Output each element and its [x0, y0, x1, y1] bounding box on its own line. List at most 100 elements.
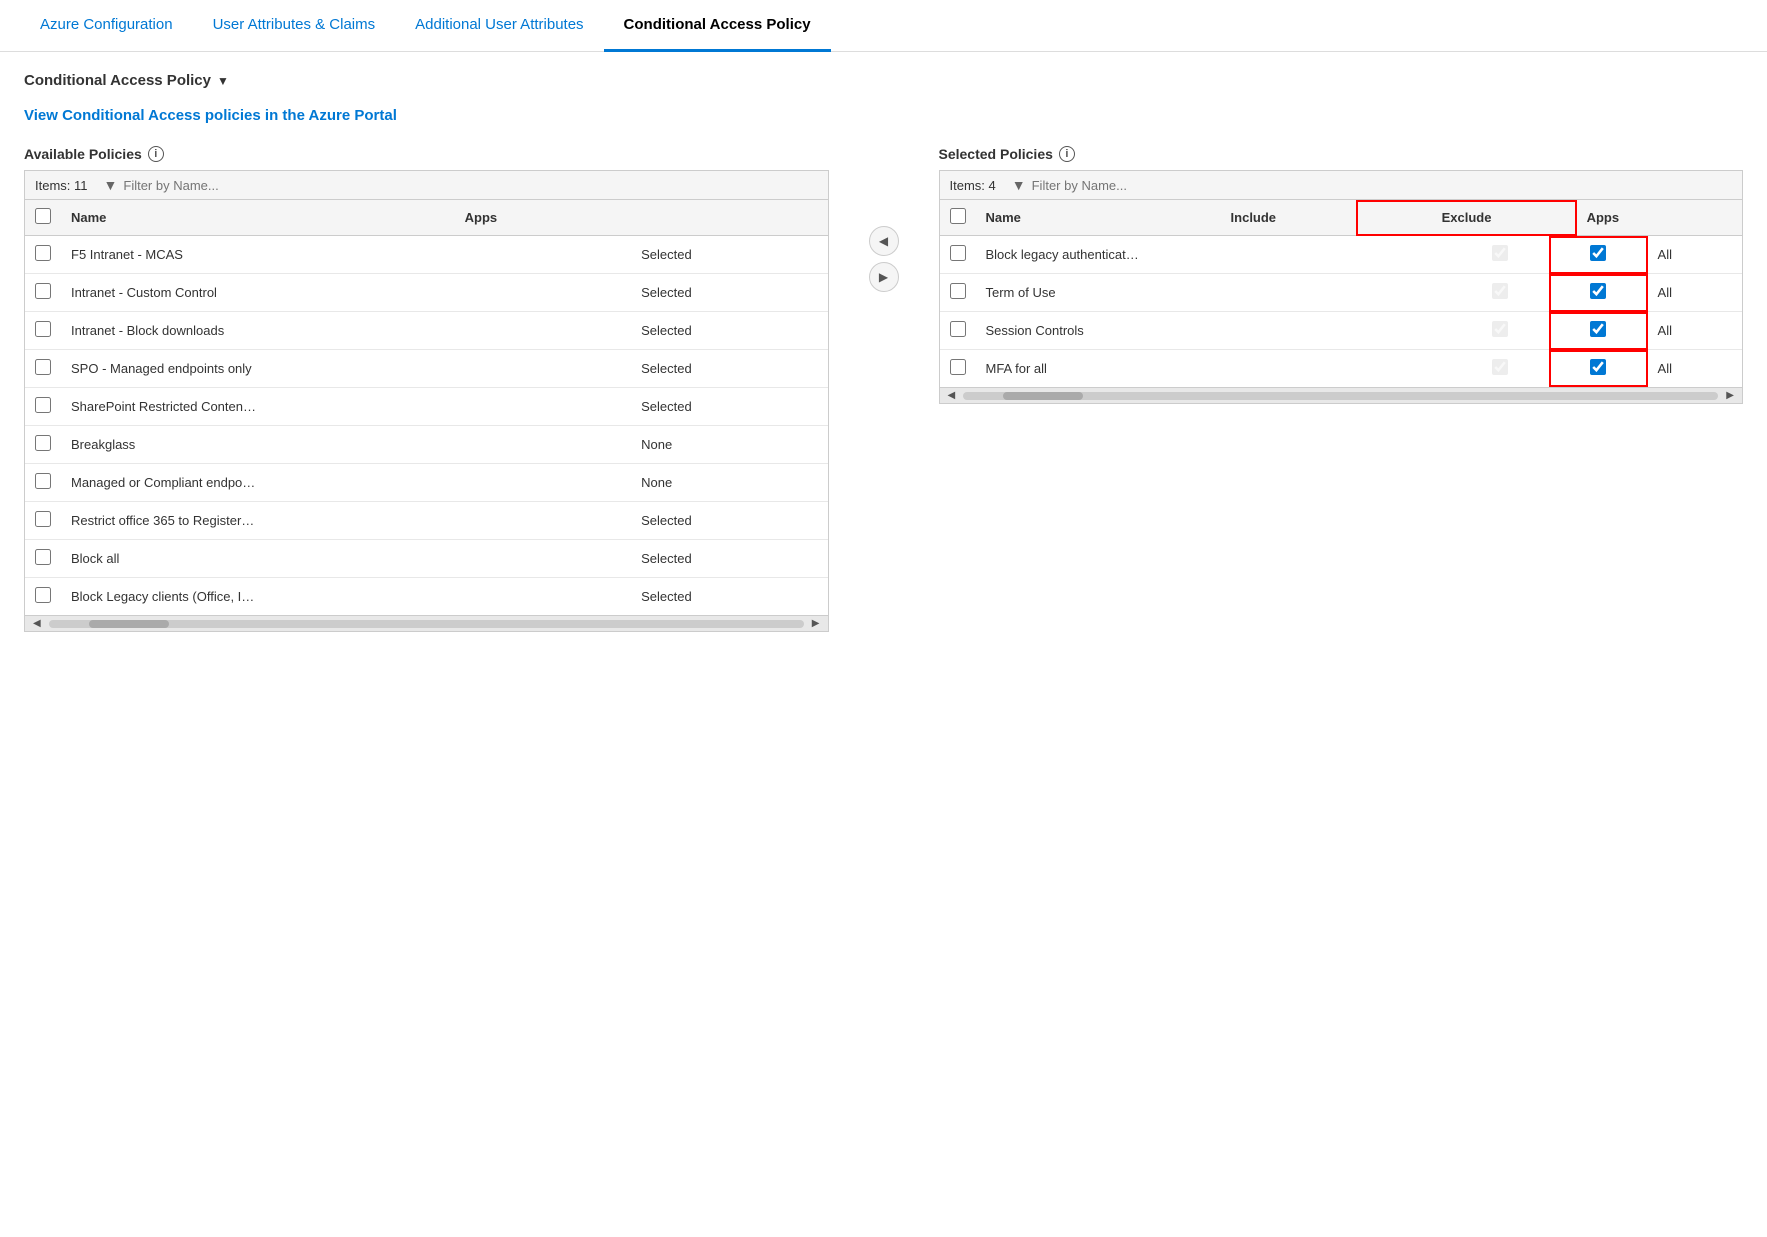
- selected-row-include-2: [1450, 312, 1549, 350]
- available-row-checkbox-0[interactable]: [35, 245, 51, 261]
- available-table-row: F5 Intranet - MCAS Selected: [25, 236, 828, 274]
- selected-row-checkbox-2[interactable]: [950, 321, 966, 337]
- selected-h-scrollbar[interactable]: ◀ ▶: [940, 387, 1743, 403]
- selected-select-all-checkbox[interactable]: [950, 208, 966, 224]
- selected-row-checkbox-1[interactable]: [950, 283, 966, 299]
- available-row-name-5: Breakglass: [61, 426, 631, 464]
- selected-row-exclude-0: [1549, 236, 1648, 274]
- selected-filter-icon: ▼: [1012, 177, 1026, 193]
- selected-row-include-1: [1450, 274, 1549, 312]
- available-row-checkbox-4[interactable]: [35, 397, 51, 413]
- top-navigation: Azure Configuration User Attributes & Cl…: [0, 0, 1767, 52]
- available-row-name-0: F5 Intranet - MCAS: [61, 236, 631, 274]
- available-row-checkbox-7[interactable]: [35, 511, 51, 527]
- available-row-apps-8: Selected: [631, 540, 827, 578]
- transfer-buttons: ◀ ▶: [869, 146, 899, 292]
- available-row-apps-5: None: [631, 426, 827, 464]
- available-row-checkbox-9[interactable]: [35, 587, 51, 603]
- available-table-row: Block Legacy clients (Office, I… Selecte…: [25, 578, 828, 616]
- selected-row-checkbox-0[interactable]: [950, 245, 966, 261]
- available-select-all-checkbox[interactable]: [35, 208, 51, 224]
- available-scroll-track: [49, 620, 804, 628]
- available-scroll-left-icon[interactable]: ◀: [29, 618, 45, 629]
- available-row-apps-0: Selected: [631, 236, 827, 274]
- selected-row-checkbox-3[interactable]: [950, 359, 966, 375]
- available-row-name-3: SPO - Managed endpoints only: [61, 350, 631, 388]
- section-title: Conditional Access Policy: [24, 72, 211, 89]
- available-col-name: Name: [61, 200, 455, 236]
- available-row-name-2: Intranet - Block downloads: [61, 312, 631, 350]
- selected-row-name-2: Session Controls: [976, 312, 1451, 350]
- selected-policies-toolbar: Items: 4 ▼: [940, 171, 1743, 200]
- available-policies-table: Name Apps: [25, 200, 828, 236]
- tab-additional-user-attributes[interactable]: Additional User Attributes: [395, 0, 603, 52]
- tab-user-attributes-claims[interactable]: User Attributes & Claims: [193, 0, 396, 52]
- selected-scroll-track: [963, 392, 1718, 400]
- include-checkbox-0: [1492, 245, 1508, 261]
- exclude-checkbox-1[interactable]: [1590, 283, 1606, 299]
- available-policies-panel: Available Policies i Items: 11 ▼: [24, 146, 829, 632]
- selected-row-apps-2: All: [1648, 312, 1742, 350]
- available-row-apps-2: Selected: [631, 312, 827, 350]
- selected-table-row: Block legacy authenticat… All: [940, 236, 1743, 274]
- exclude-checkbox-2[interactable]: [1590, 321, 1606, 337]
- selected-table-scroll[interactable]: Block legacy authenticat… All Term of Us…: [940, 236, 1743, 387]
- selected-scroll-right-icon[interactable]: ▶: [1722, 390, 1738, 401]
- available-policies-label: Available Policies i: [24, 146, 829, 162]
- available-scroll-right-icon[interactable]: ▶: [808, 618, 824, 629]
- tab-azure-configuration[interactable]: Azure Configuration: [20, 0, 193, 52]
- selected-col-apps: Apps: [1577, 200, 1742, 236]
- available-policies-data-table: F5 Intranet - MCAS Selected Intranet - C…: [25, 236, 828, 615]
- available-row-name-6: Managed or Compliant endpo…: [61, 464, 631, 502]
- available-table-scroll[interactable]: F5 Intranet - MCAS Selected Intranet - C…: [25, 236, 828, 615]
- available-row-checkbox-2[interactable]: [35, 321, 51, 337]
- panels-container: Available Policies i Items: 11 ▼: [24, 146, 1743, 632]
- available-policies-table-container: Items: 11 ▼ Name Apps: [24, 170, 829, 632]
- available-filter-area: ▼: [104, 177, 818, 193]
- selected-row-apps-3: All: [1648, 350, 1742, 388]
- selected-row-include-3: [1450, 350, 1549, 388]
- exclude-checkbox-0[interactable]: [1590, 245, 1606, 261]
- section-heading[interactable]: Conditional Access Policy ▼: [24, 72, 1743, 89]
- available-policies-info-icon[interactable]: i: [148, 146, 164, 162]
- selected-scroll-left-icon[interactable]: ◀: [944, 390, 960, 401]
- include-checkbox-3: [1492, 359, 1508, 375]
- available-row-checkbox-6[interactable]: [35, 473, 51, 489]
- available-filter-input[interactable]: [123, 178, 817, 193]
- selected-row-apps-0: All: [1648, 236, 1742, 274]
- available-table-row: Managed or Compliant endpo… None: [25, 464, 828, 502]
- selected-policies-table: Name Include Exclude Apps: [940, 200, 1743, 236]
- selected-row-apps-1: All: [1648, 274, 1742, 312]
- exclude-checkbox-3[interactable]: [1590, 359, 1606, 375]
- selected-row-include-0: [1450, 236, 1549, 274]
- selected-table-row: Term of Use All: [940, 274, 1743, 312]
- available-row-checkbox-3[interactable]: [35, 359, 51, 375]
- available-items-count: Items: 11: [35, 178, 88, 193]
- azure-portal-link[interactable]: View Conditional Access policies in the …: [24, 107, 397, 124]
- transfer-right-button[interactable]: ▶: [869, 262, 899, 292]
- available-table-row: Block all Selected: [25, 540, 828, 578]
- chevron-down-icon: ▼: [217, 74, 229, 88]
- available-row-apps-3: Selected: [631, 350, 827, 388]
- available-row-checkbox-8[interactable]: [35, 549, 51, 565]
- tab-conditional-access-policy[interactable]: Conditional Access Policy: [604, 0, 831, 52]
- transfer-left-button[interactable]: ◀: [869, 226, 899, 256]
- selected-policies-data-table: Block legacy authenticat… All Term of Us…: [940, 236, 1743, 387]
- filter-icon: ▼: [104, 177, 118, 193]
- available-row-name-4: SharePoint Restricted Conten…: [61, 388, 631, 426]
- available-row-checkbox-5[interactable]: [35, 435, 51, 451]
- selected-row-exclude-2: [1549, 312, 1648, 350]
- available-h-scrollbar[interactable]: ◀ ▶: [25, 615, 828, 631]
- selected-policies-info-icon[interactable]: i: [1059, 146, 1075, 162]
- available-row-name-1: Intranet - Custom Control: [61, 274, 631, 312]
- available-row-checkbox-1[interactable]: [35, 283, 51, 299]
- available-row-apps-1: Selected: [631, 274, 827, 312]
- available-table-row: Breakglass None: [25, 426, 828, 464]
- available-policies-toolbar: Items: 11 ▼: [25, 171, 828, 200]
- available-table-row: Intranet - Block downloads Selected: [25, 312, 828, 350]
- selected-col-exclude: Exclude: [1356, 200, 1576, 236]
- include-checkbox-1: [1492, 283, 1508, 299]
- available-row-apps-4: Selected: [631, 388, 827, 426]
- selected-col-name: Name: [976, 200, 1151, 236]
- selected-filter-input[interactable]: [1032, 178, 1732, 193]
